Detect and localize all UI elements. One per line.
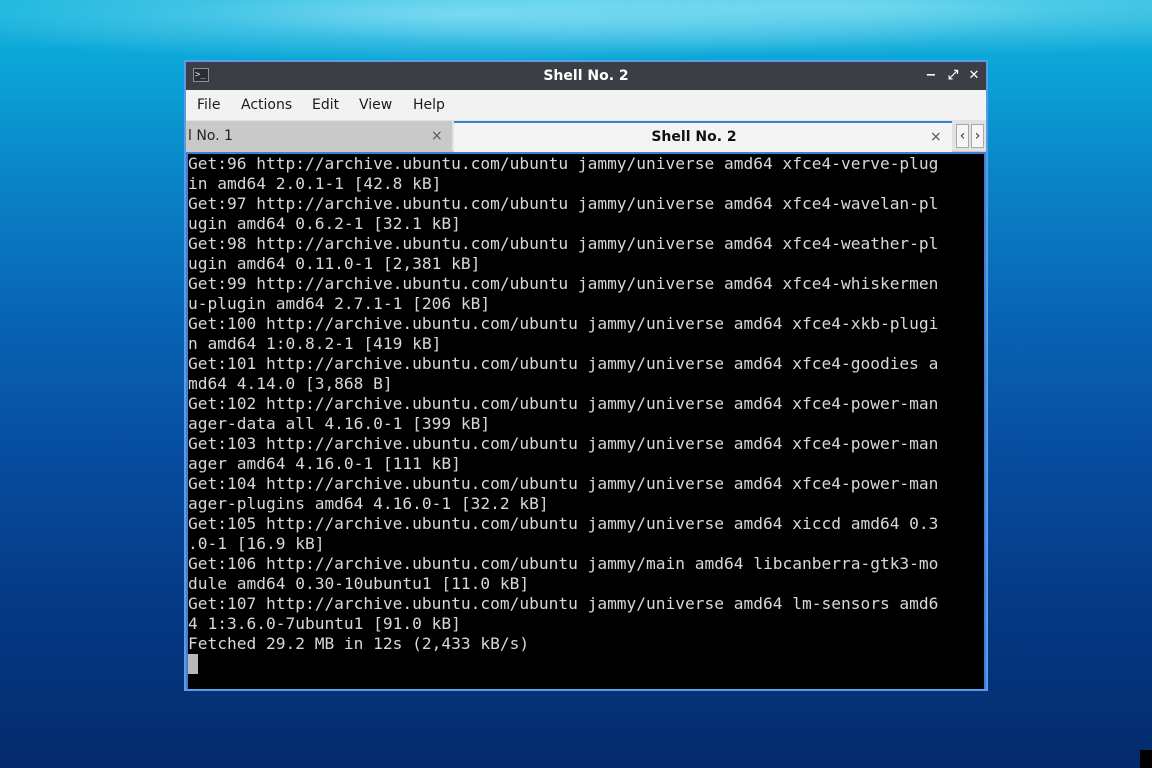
terminal-output[interactable]: Get:96 http://archive.ubuntu.com/ubuntu … [188, 154, 984, 689]
menu-help[interactable]: Help [413, 90, 445, 120]
tab-scroll-right-icon[interactable]: › [971, 124, 984, 148]
terminal-line: dule amd64 0.30-10ubuntu1 [11.0 kB] [188, 574, 530, 593]
tab-close-icon[interactable]: × [930, 123, 942, 152]
window-titlebar[interactable]: >_ Shell No. 2 − ⤢ ✕ [186, 62, 986, 90]
terminal-line: Get:103 http://archive.ubuntu.com/ubuntu… [188, 434, 939, 453]
terminal-line: n amd64 1:0.8.2-1 [419 kB] [188, 334, 442, 353]
menu-bar: File Actions Edit View Help [186, 90, 986, 120]
menu-actions[interactable]: Actions [241, 90, 292, 120]
terminal-line: Get:98 http://archive.ubuntu.com/ubuntu … [188, 234, 939, 253]
tab-scroll-left-icon[interactable]: ‹ [956, 124, 969, 148]
terminal-line: .0-1 [16.9 kB] [188, 534, 325, 553]
terminal-line: md64 4.14.0 [3,868 B] [188, 374, 393, 393]
terminal-line: Get:107 http://archive.ubuntu.com/ubuntu… [188, 594, 939, 613]
tab-shell-2[interactable]: Shell No. 2 × [454, 121, 952, 152]
terminal-line: Get:97 http://archive.ubuntu.com/ubuntu … [188, 194, 939, 213]
screen-corner [1140, 750, 1152, 768]
terminal-line: Get:105 http://archive.ubuntu.com/ubuntu… [188, 514, 939, 533]
menu-edit[interactable]: Edit [312, 90, 339, 120]
tab-shell-1[interactable]: l No. 1 × [186, 121, 452, 151]
terminal-line: Get:96 http://archive.ubuntu.com/ubuntu … [188, 154, 939, 173]
terminal-line: in amd64 2.0.1-1 [42.8 kB] [188, 174, 442, 193]
close-button[interactable]: ✕ [965, 67, 983, 85]
tab-label: Shell No. 2 [651, 129, 737, 145]
terminal-window[interactable]: >_ Shell No. 2 − ⤢ ✕ File Actions Edit V… [184, 60, 988, 691]
terminal-line: 4 1:3.6.0-7ubuntu1 [91.0 kB] [188, 614, 461, 633]
terminal-line: ugin amd64 0.6.2-1 [32.1 kB] [188, 214, 461, 233]
terminal-line: Get:106 http://archive.ubuntu.com/ubuntu… [188, 554, 939, 573]
tab-close-icon[interactable]: × [431, 121, 443, 151]
terminal-line: Get:101 http://archive.ubuntu.com/ubuntu… [188, 354, 939, 373]
terminal-line: ager-data all 4.16.0-1 [399 kB] [188, 414, 491, 433]
minimize-button[interactable]: − [922, 67, 940, 85]
terminal-line: u-plugin amd64 2.7.1-1 [206 kB] [188, 294, 491, 313]
maximize-button[interactable]: ⤢ [944, 67, 962, 85]
terminal-line: Get:100 http://archive.ubuntu.com/ubuntu… [188, 314, 939, 333]
terminal-line: Get:102 http://archive.ubuntu.com/ubuntu… [188, 394, 939, 413]
window-title: Shell No. 2 [543, 68, 629, 84]
menu-view[interactable]: View [359, 90, 392, 120]
menu-file[interactable]: File [197, 90, 220, 120]
terminal-line: Get:99 http://archive.ubuntu.com/ubuntu … [188, 274, 939, 293]
terminal-line: ager-plugins amd64 4.16.0-1 [32.2 kB] [188, 494, 549, 513]
tab-bar: l No. 1 × Shell No. 2 × ‹ › [186, 120, 986, 152]
terminal-line: Get:104 http://archive.ubuntu.com/ubuntu… [188, 474, 939, 493]
terminal-cursor [188, 654, 198, 674]
tab-label: l No. 1 [188, 128, 233, 144]
terminal-line: ager amd64 4.16.0-1 [111 kB] [188, 454, 461, 473]
terminal-line: Fetched 29.2 MB in 12s (2,433 kB/s) [188, 634, 530, 653]
terminal-line: ugin amd64 0.11.0-1 [2,381 kB] [188, 254, 481, 273]
